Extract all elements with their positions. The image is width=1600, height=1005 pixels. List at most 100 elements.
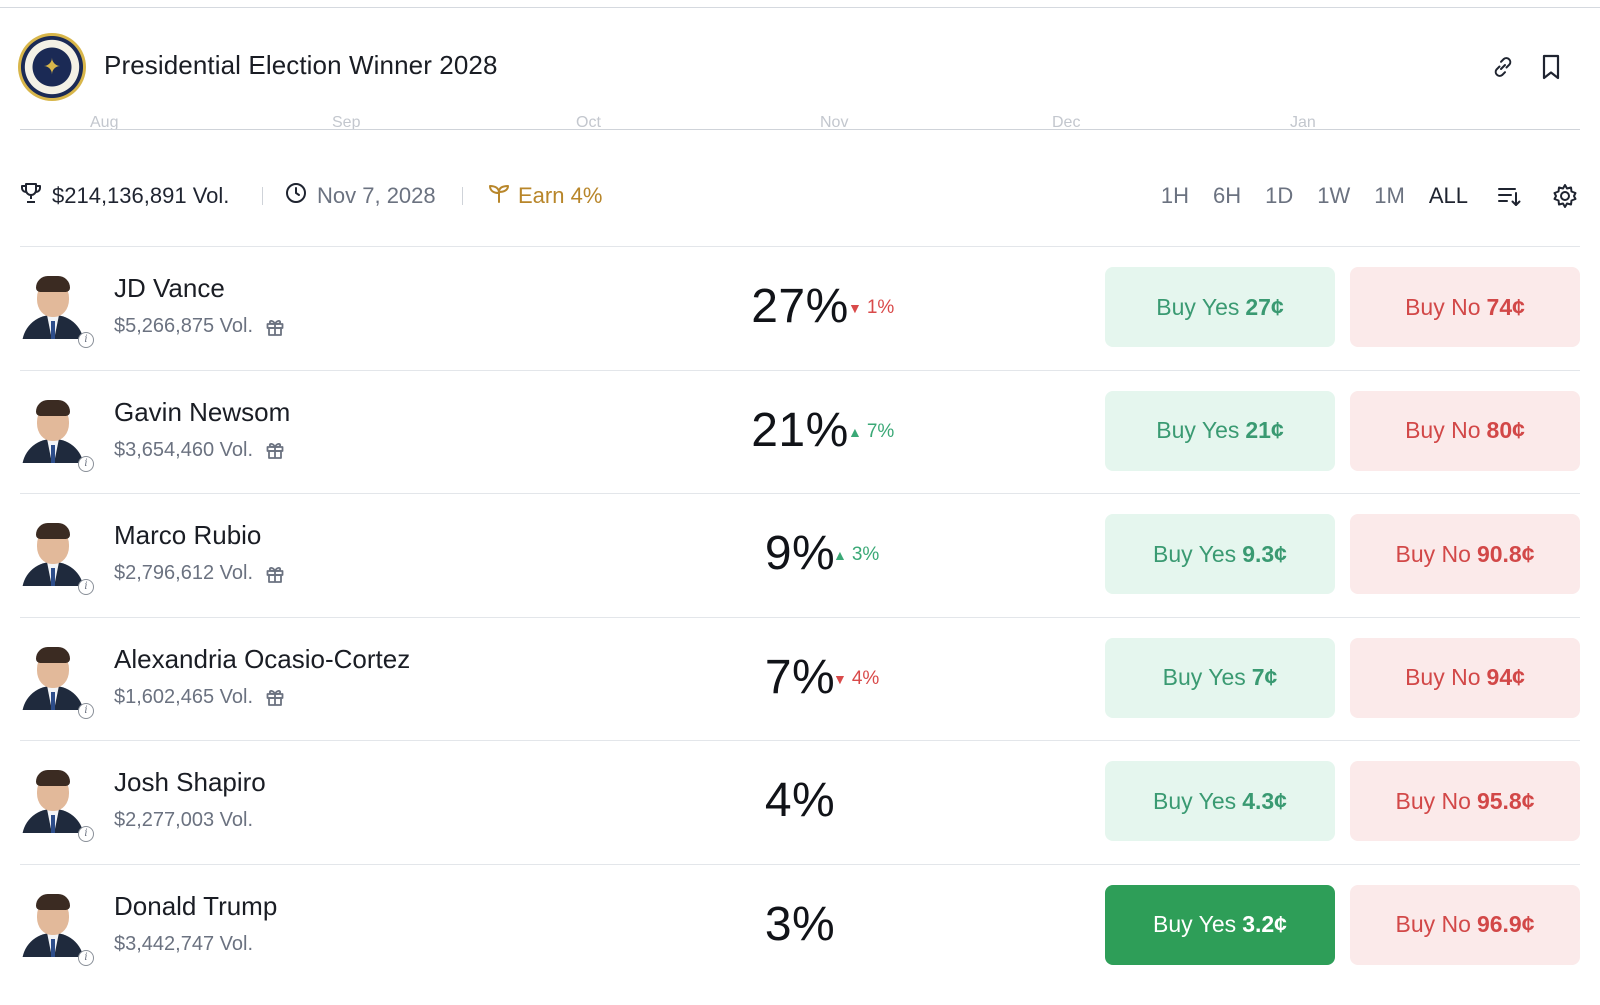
gift-icon[interactable]	[265, 317, 285, 337]
probability-change: ▲ 3%	[833, 544, 879, 566]
info-icon[interactable]: i	[78, 702, 94, 719]
probability-change: ▲ 7%	[848, 421, 894, 443]
candidate-volume: $3,654,460 Vol.	[114, 439, 285, 462]
axis-label: Oct	[576, 116, 601, 130]
buy-yes-button[interactable]: Buy Yes 21¢	[1105, 390, 1335, 471]
axis-label: Nov	[820, 116, 849, 130]
info-icon[interactable]: i	[78, 579, 94, 595]
candidate-volume-text: $3,654,460 Vol.	[114, 438, 254, 461]
candidate-volume: $2,277,003 Vol.	[114, 809, 253, 832]
axis-label: Aug	[90, 116, 119, 130]
candidate-volume: $5,266,875 Vol.	[114, 315, 285, 338]
gift-icon[interactable]	[265, 440, 285, 460]
candidate-volume: $2,796,612 Vol.	[114, 562, 285, 585]
probability-change-text: 7%	[866, 420, 895, 442]
candidate-row[interactable]: i Marco Rubio $2,796,612 Vol. 9% ▲ 3% Bu…	[20, 494, 1580, 618]
range-1w[interactable]: 1W	[1317, 183, 1350, 209]
total-volume: $214,136,891 Vol.	[20, 178, 229, 214]
candidate-avatar	[20, 767, 86, 833]
candidate-volume-text: $1,602,465 Vol.	[114, 685, 254, 708]
arrow-down-icon: ▼	[848, 300, 862, 316]
buy-no-button[interactable]: Buy No 80¢	[1350, 390, 1580, 471]
total-volume-text: $214,136,891 Vol.	[52, 183, 230, 208]
gift-icon[interactable]	[265, 687, 285, 707]
candidate-name: Josh Shapiro	[114, 767, 266, 797]
axis-label: Jan	[1290, 116, 1316, 130]
candidate-row[interactable]: i Alexandria Ocasio-Cortez $1,602,465 Vo…	[20, 618, 1580, 741]
range-1h[interactable]: 1H	[1161, 183, 1189, 209]
candidate-row[interactable]: i Donald Trump $3,442,747 Vol. 3% Buy Ye…	[20, 865, 1580, 989]
arrow-up-icon: ▲	[848, 423, 862, 440]
candidate-volume-text: $5,266,875 Vol.	[114, 315, 254, 337]
candidate-avatar	[20, 891, 86, 957]
buy-yes-button[interactable]: Buy Yes 9.3¢	[1105, 514, 1335, 594]
info-icon[interactable]: i	[78, 455, 94, 472]
buy-no-button[interactable]: Buy No 74¢	[1350, 267, 1580, 347]
market-stats: $214,136,891 Vol. Nov 7, 2028 Earn 4% 1H…	[20, 178, 1580, 214]
arrow-down-icon: ▼	[833, 670, 847, 687]
eagle-icon: ✦	[42, 54, 62, 79]
candidate-row[interactable]: i Gavin Newsom $3,654,460 Vol. 21% ▲ 7% …	[20, 371, 1580, 494]
candidate-avatar	[20, 644, 86, 710]
probability-change-text: 3%	[851, 544, 880, 565]
candidate-volume-text: $2,277,003 Vol.	[114, 809, 254, 831]
candidate-name: Alexandria Ocasio-Cortez	[114, 643, 411, 674]
probability-change-text: 4%	[851, 667, 880, 689]
sort-icon[interactable]	[1494, 181, 1524, 211]
clock-icon	[285, 182, 307, 210]
stat-separator	[262, 187, 263, 205]
probability-change-text: 1%	[866, 297, 895, 318]
candidate-row[interactable]: i JD Vance $5,266,875 Vol. 27% ▼ 1% Buy …	[20, 247, 1580, 371]
buy-yes-button[interactable]: Buy Yes 3.2¢	[1105, 884, 1335, 965]
range-6h[interactable]: 6H	[1213, 183, 1241, 209]
range-1d[interactable]: 1D	[1265, 183, 1293, 209]
gift-icon[interactable]	[265, 564, 285, 584]
buy-yes-button[interactable]: Buy Yes 27¢	[1105, 267, 1335, 347]
probability-change: ▼ 4%	[833, 668, 879, 690]
candidate-volume: $1,602,465 Vol.	[114, 686, 285, 709]
trophy-icon	[20, 181, 42, 211]
candidate-probability: 4%	[764, 774, 836, 827]
probability-change: ▼ 1%	[848, 297, 894, 319]
candidate-name: Donald Trump	[114, 890, 278, 921]
axis-label: Sep	[332, 116, 361, 130]
candidate-list: i JD Vance $5,266,875 Vol. 27% ▼ 1% Buy …	[20, 247, 1580, 988]
earn-text: Earn 4%	[518, 183, 603, 208]
candidate-name: JD Vance	[114, 273, 225, 303]
candidate-name: Gavin Newsom	[114, 396, 291, 427]
link-icon[interactable]	[1486, 50, 1520, 84]
gear-icon[interactable]	[1550, 181, 1580, 211]
info-icon[interactable]: i	[78, 826, 94, 842]
chart-baseline	[20, 129, 1580, 130]
end-date-text: Nov 7, 2028	[317, 183, 436, 208]
buy-no-button[interactable]: Buy No 90.8¢	[1350, 514, 1580, 594]
candidate-volume-text: $3,442,747 Vol.	[114, 932, 254, 955]
candidate-avatar	[20, 397, 86, 463]
bookmark-icon[interactable]	[1534, 50, 1568, 84]
earn-rewards[interactable]: Earn 4%	[488, 178, 602, 214]
buy-no-button[interactable]: Buy No 95.8¢	[1350, 761, 1580, 841]
candidate-avatar	[20, 520, 86, 586]
range-1m[interactable]: 1M	[1374, 183, 1405, 209]
presidential-seal-logo: ✦	[18, 33, 86, 101]
chart-axis-remnant: Aug Sep Oct Nov Dec Jan	[20, 116, 1580, 130]
candidate-volume: $3,442,747 Vol.	[114, 933, 253, 956]
arrow-up-icon: ▲	[833, 547, 847, 563]
time-range-selector: 1H 6H 1D 1W 1M ALL	[1161, 178, 1580, 214]
candidate-row[interactable]: i Josh Shapiro $2,277,003 Vol. 4% Buy Ye…	[20, 741, 1580, 865]
buy-yes-button[interactable]: Buy Yes 7¢	[1105, 637, 1335, 718]
candidate-probability: 3%	[764, 897, 836, 951]
buy-no-button[interactable]: Buy No 94¢	[1350, 637, 1580, 718]
buy-no-button[interactable]: Buy No 96.9¢	[1350, 884, 1580, 965]
range-all[interactable]: ALL	[1429, 183, 1468, 209]
market-title: Presidential Election Winner 2028	[104, 50, 498, 80]
candidate-avatar	[20, 273, 86, 339]
sprout-icon	[488, 182, 510, 210]
info-icon[interactable]: i	[78, 332, 94, 348]
candidate-volume-text: $2,796,612 Vol.	[114, 562, 254, 584]
candidate-name: Marco Rubio	[114, 520, 262, 550]
end-date: Nov 7, 2028	[285, 178, 436, 214]
info-icon[interactable]: i	[78, 949, 94, 966]
buy-yes-button[interactable]: Buy Yes 4.3¢	[1105, 761, 1335, 841]
market-header: ✦ Presidential Election Winner 2028	[0, 0, 1600, 130]
